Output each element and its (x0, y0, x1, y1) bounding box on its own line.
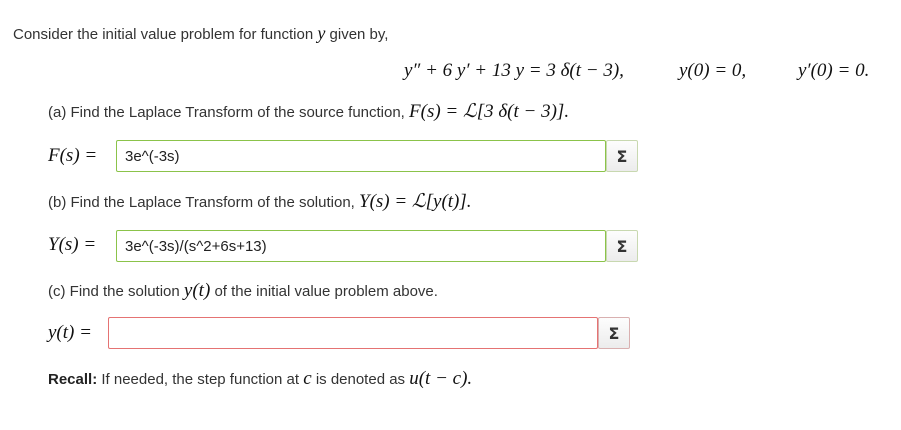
part-a-equation-editor-button[interactable]: Σ (606, 140, 638, 172)
part-a-prompt: (a) Find the Laplace Transform of the so… (48, 100, 569, 123)
part-c-prompt: (c) Find the solution y(t) of the initia… (48, 280, 438, 302)
recall-note: Recall: If needed, the step function at … (48, 368, 472, 390)
part-b-equation-editor-button[interactable]: Σ (606, 230, 638, 262)
part-b-answer-input[interactable] (116, 230, 606, 262)
sigma-icon: Σ (616, 146, 628, 166)
recall-variable: c (303, 368, 312, 389)
problem-intro: Consider the initial value problem for f… (13, 23, 388, 44)
sigma-icon: Σ (608, 323, 620, 343)
part-a-label: F(s) = (48, 145, 98, 166)
part-a-prompt-text: (a) Find the Laplace Transform of the so… (48, 104, 405, 121)
part-c-equation-editor-button[interactable]: Σ (598, 317, 630, 349)
initial-condition-1: y(0) = 0, (679, 60, 747, 81)
part-b-prompt: (b) Find the Laplace Transform of the so… (48, 190, 472, 213)
sigma-icon: Σ (616, 236, 628, 256)
intro-tail: given by, (329, 26, 389, 43)
part-c-prompt-math: y(t) (183, 280, 211, 301)
recall-step-function: u(t − c). (409, 368, 473, 389)
recall-text: If needed, the step function at (101, 371, 300, 388)
part-c-prompt-tail: of the initial value problem above. (214, 283, 438, 300)
part-c-label: y(t) = (48, 322, 92, 343)
part-a-prompt-math: F(s) = ℒ[3 δ(t − 3)]. (409, 101, 570, 122)
ode-equation: y″ + 6 y′ + 13 y = 3 δ(t − 3), (404, 60, 624, 81)
part-c-prompt-text: (c) Find the solution (48, 283, 180, 300)
part-c-answer-input[interactable] (108, 317, 598, 349)
initial-condition-2: y′(0) = 0. (798, 60, 870, 81)
part-b-prompt-math: Y(s) = ℒ[y(t)]. (359, 191, 472, 212)
part-b-prompt-text: (b) Find the Laplace Transform of the so… (48, 194, 355, 211)
part-a-answer-input[interactable] (116, 140, 606, 172)
intro-variable: y (317, 23, 326, 43)
recall-label: Recall: (48, 371, 98, 388)
part-b-label: Y(s) = (48, 234, 97, 255)
recall-text-2: is denoted as (315, 371, 406, 388)
intro-text: Consider the initial value problem for f… (13, 26, 314, 43)
